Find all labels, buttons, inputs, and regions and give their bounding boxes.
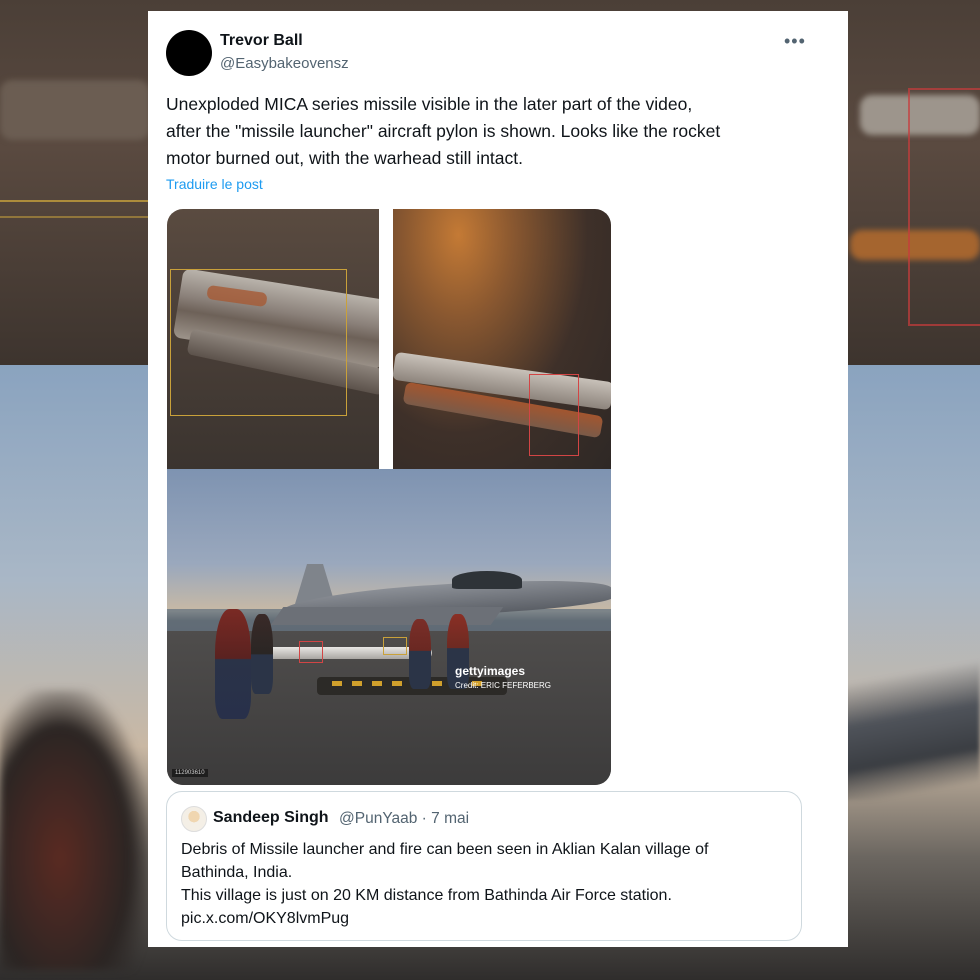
- getty-watermark: gettyimages: [455, 664, 526, 678]
- yellow-highlight-box: [383, 637, 407, 655]
- red-highlight-box: [529, 374, 579, 456]
- background-debris-streak: [0, 80, 150, 140]
- tweet-card: Trevor Ball @Easybakeovensz ••• Unexplod…: [148, 11, 848, 947]
- background-crew-blur: [0, 690, 150, 970]
- quoted-author-name[interactable]: Sandeep Singh: [213, 809, 329, 827]
- crew-member: [251, 614, 273, 694]
- tweet-text: Unexploded MICA series missile visible i…: [166, 91, 806, 172]
- more-horizontal-icon[interactable]: •••: [784, 31, 806, 52]
- media-image-debris-1[interactable]: [167, 209, 379, 469]
- media-image-carrier-jet[interactable]: gettyimages Credit: ERIC FEFERBERG 11290…: [167, 469, 611, 785]
- quoted-text-line: Bathinda, India.: [181, 864, 293, 881]
- quoted-author-meta[interactable]: @PunYaab · 7 mai: [339, 810, 469, 828]
- tweet-text-line: Unexploded MICA series missile visible i…: [166, 94, 693, 114]
- tweet-text-line: motor burned out, with the warhead still…: [166, 148, 523, 168]
- photo-id: 112903610: [172, 769, 208, 777]
- tweet-text-line: after the "missile launcher" aircraft py…: [166, 121, 721, 141]
- jet-wing: [270, 607, 504, 625]
- author-handle[interactable]: @Easybakeovensz: [220, 55, 349, 72]
- media-image-debris-2[interactable]: [393, 209, 611, 469]
- quoted-text: Debris of Missile launcher and fire can …: [181, 838, 791, 930]
- photo-credit: Credit: ERIC FEFERBERG: [455, 681, 552, 690]
- jet-canopy: [452, 571, 522, 589]
- author-name[interactable]: Trevor Ball: [220, 32, 303, 50]
- background-yellow-highlight: [0, 200, 150, 218]
- media-grid: gettyimages Credit: ERIC FEFERBERG 11290…: [167, 209, 611, 785]
- background-jet-blur: [840, 650, 980, 800]
- avatar[interactable]: [166, 30, 212, 76]
- quoted-text-line: This village is just on 20 KM distance f…: [181, 887, 672, 904]
- crew-member: [409, 619, 431, 689]
- crew-member: [215, 609, 251, 719]
- red-highlight-box: [299, 641, 323, 663]
- quoted-link[interactable]: pic.x.com/OKY8lvmPug: [181, 907, 791, 930]
- quoted-text-line: Debris of Missile launcher and fire can …: [181, 841, 709, 858]
- translate-link[interactable]: Traduire le post: [166, 176, 263, 192]
- quoted-avatar[interactable]: [181, 806, 207, 832]
- background-red-highlight: [908, 88, 980, 326]
- quoted-tweet[interactable]: Sandeep Singh @PunYaab · 7 mai Debris of…: [166, 791, 802, 941]
- yellow-highlight-box: [170, 269, 347, 416]
